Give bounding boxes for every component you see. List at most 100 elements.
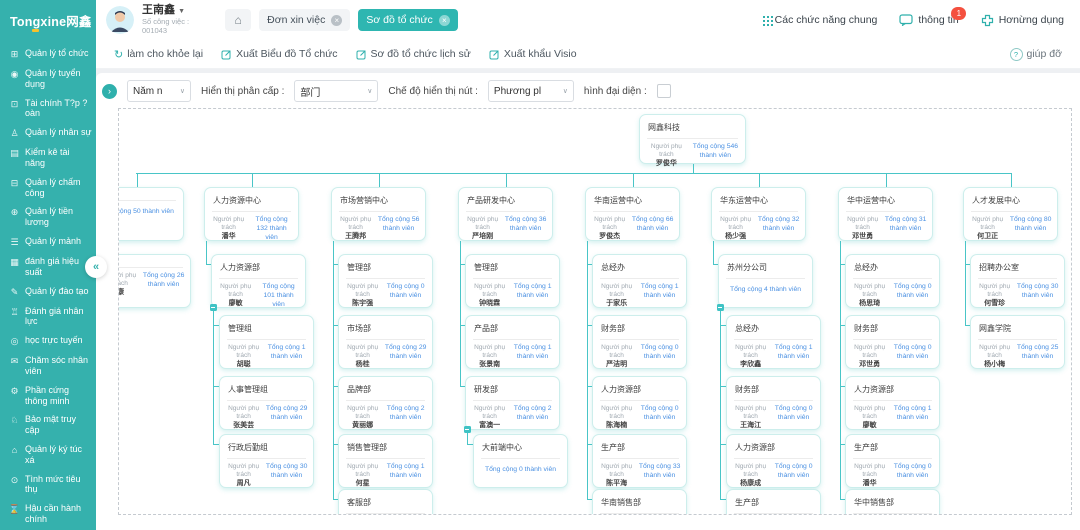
close-icon[interactable]: × xyxy=(439,15,450,26)
org-node-华中销售部[interactable]: 华中销售部 xyxy=(845,489,940,515)
org-node-生产部[interactable]: 生产部 xyxy=(726,489,821,515)
node-member-count[interactable]: Tổng cộng 0 thành viên xyxy=(638,344,681,362)
org-node-华东运营中心[interactable]: 华东运营中心Người phụ trách杨少强Tổng cộng 32 thà… xyxy=(711,187,806,241)
node-member-count[interactable]: Tổng cộng 1 thành viên xyxy=(511,344,554,362)
node-member-count[interactable]: Tổng cộng 1 thành viên xyxy=(772,344,815,362)
org-node-市场营销中心[interactable]: 市场营销中心Người phụ trách王腾邦Tổng cộng 56 thà… xyxy=(331,187,426,241)
org-node-行政后勤组[interactable]: 行政后勤组Người phụ trách周凡Tổng cộng 30 thành… xyxy=(219,434,314,488)
tab-2[interactable]: Sơ đồ tổ chức× xyxy=(358,9,457,31)
sidebar-item-10[interactable]: ✎Quản lý đào tạo xyxy=(0,282,96,302)
node-member-count[interactable]: Tổng cộng 101 thành viên xyxy=(257,283,300,309)
sidebar-item-14[interactable]: ⚙Phần cứng thông minh xyxy=(0,381,96,411)
org-node-苏州分公司[interactable]: 苏州分公司Tổng cộng 4 thành viên xyxy=(718,254,813,308)
org-node-客服部[interactable]: 客服部 xyxy=(338,489,433,515)
org-chart-canvas[interactable]: 网鑫科技Người phụ trách罗俊华Tổng cộng 546 thàn… xyxy=(118,108,1072,515)
org-node-人力资源部[interactable]: 人力资源部Người phụ trách廖敏Tổng cộng 101 thàn… xyxy=(211,254,306,308)
org-node-品牌部[interactable]: 品牌部Người phụ trách黄丽娜Tổng cộng 2 thành v… xyxy=(338,376,433,430)
sidebar-item-4[interactable]: ♙Quản lý nhân sự xyxy=(0,123,96,143)
tab-home[interactable]: ⌂ xyxy=(225,9,251,31)
year-select[interactable]: Năm n ∨ xyxy=(127,80,191,102)
org-node-人力资源部[interactable]: 人力资源部Người phụ trách陈海楠Tổng cộng 0 thành… xyxy=(592,376,687,430)
node-member-count[interactable]: Tổng cộng 0 thành viên xyxy=(772,463,815,481)
node-member-count[interactable]: Tổng cộng 33 thành viên xyxy=(638,463,681,481)
node-member-count[interactable]: Tổng cộng 0 thành viên xyxy=(891,344,934,362)
node-member-count[interactable]: Tổng cộng 0 thành viên xyxy=(891,283,934,301)
org-node-产品部[interactable]: 产品部Người phụ trách张景南Tổng cộng 1 thành v… xyxy=(465,315,560,369)
node-member-count[interactable]: Tổng cộng 0 thành viên xyxy=(772,405,815,423)
collapse-node-button[interactable] xyxy=(717,304,724,311)
org-node-招聘办公室[interactable]: 招聘办公室Người phụ trách何雪珍Tổng cộng 30 thàn… xyxy=(970,254,1065,308)
org-node-销售管理部[interactable]: 销售管理部Người phụ trách何星Tổng cộng 1 thành … xyxy=(338,434,433,488)
sidebar-item-12[interactable]: ◎học trực tuyến xyxy=(0,331,96,351)
org-node-网鑫科技[interactable]: 网鑫科技Người phụ trách罗俊华Tổng cộng 546 thàn… xyxy=(639,114,746,164)
org-node-总经办[interactable]: 总经办Người phụ trách李欣鑫Tổng cộng 1 thành v… xyxy=(726,315,821,369)
user-block[interactable]: 王南鑫 ▼ Số công việc : 001043 xyxy=(142,5,189,34)
org-node[interactable]: Người phụ trách康Tổng cộng 26 thành viên xyxy=(118,254,191,308)
org-node-财务部[interactable]: 财务部Người phụ trách严洁明Tổng cộng 0 thành v… xyxy=(592,315,687,369)
node-member-count[interactable]: Tổng cộng 0 thành viên xyxy=(638,405,681,423)
sidebar-item-11[interactable]: ♖Đánh giá nhân lực xyxy=(0,302,96,332)
org-node-华南运营中心[interactable]: 华南运营中心Người phụ trách罗俊杰Tổng cộng 66 thà… xyxy=(585,187,680,241)
org-node-财务部[interactable]: 财务部Người phụ trách邓世勇Tổng cộng 0 thành v… xyxy=(845,315,940,369)
help-button[interactable]: ? giúp đỡ xyxy=(1010,48,1063,61)
node-member-count[interactable]: Tổng cộng 2 thành viên xyxy=(384,405,427,423)
node-member-count[interactable]: Tổng cộng 50 thành viên xyxy=(118,205,178,217)
sidebar-item-8[interactable]: ☰Quản lý mảnh xyxy=(0,232,96,252)
header-action-2[interactable]: thông tin1 xyxy=(899,14,958,26)
org-node-大前端中心[interactable]: 大前端中心Tổng cộng 0 thành viên xyxy=(473,434,568,488)
expand-panel-button[interactable]: › xyxy=(102,84,117,99)
node-member-count[interactable]: Tổng cộng 1 thành viên xyxy=(891,405,934,423)
org-node-总经办[interactable]: 总经办Người phụ trách杨思琦Tổng cộng 0 thành v… xyxy=(845,254,940,308)
sidebar-item-6[interactable]: ⊟Quản lý chấm công xyxy=(0,173,96,203)
sidebar-collapse-button[interactable]: « xyxy=(85,256,107,278)
header-action-1[interactable]: Các chức năng chung xyxy=(763,14,878,26)
node-member-count[interactable]: Tổng cộng 30 thành viên xyxy=(265,463,308,481)
toolbar-link-2[interactable]: Xuất Biểu đồ Tổ chức xyxy=(221,48,337,60)
org-node-人力资源部[interactable]: 人力资源部Người phụ trách杨康成Tổng cộng 0 thành… xyxy=(726,434,821,488)
collapse-node-button[interactable] xyxy=(210,304,217,311)
org-node-网鑫学院[interactable]: 网鑫学院Người phụ trách杨小梅Tổng cộng 25 thành… xyxy=(970,315,1065,369)
node-member-count[interactable]: Tổng cộng 0 thành viên xyxy=(891,463,934,481)
node-member-count[interactable]: Tổng cộng 31 thành viên xyxy=(884,216,927,234)
node-member-count[interactable]: Tổng cộng 26 thành viên xyxy=(142,272,185,290)
org-node[interactable]: Tổng cộng 50 thành viên xyxy=(118,187,184,241)
org-node-财务部[interactable]: 财务部Người phụ trách王海江Tổng cộng 0 thành v… xyxy=(726,376,821,430)
node-member-count[interactable]: Tổng cộng 4 thành viên xyxy=(724,283,807,295)
org-node-华中运营中心[interactable]: 华中运营中心Người phụ trách邓世勇Tổng cộng 31 thà… xyxy=(838,187,933,241)
sidebar-item-18[interactable]: ⌛Hậu cần hành chính xyxy=(0,499,96,529)
sidebar-item-13[interactable]: ✉Chăm sóc nhân viên xyxy=(0,351,96,381)
node-member-count[interactable]: Tổng cộng 2 thành viên xyxy=(511,405,554,423)
org-node-管理部[interactable]: 管理部Người phụ trách陈宇强Tổng cộng 0 thành v… xyxy=(338,254,433,308)
collapse-node-button[interactable] xyxy=(464,426,471,433)
avatar-checkbox[interactable] xyxy=(657,84,671,98)
sidebar-item-2[interactable]: ◉Quản lý tuyển dụng xyxy=(0,64,96,94)
node-member-count[interactable]: Tổng cộng 66 thành viên xyxy=(631,216,674,234)
org-node-研发部[interactable]: 研发部Người phụ trách富澳一Tổng cộng 2 thành v… xyxy=(465,376,560,430)
org-node-产品研发中心[interactable]: 产品研发中心Người phụ trách严培刚Tổng cộng 36 thà… xyxy=(458,187,553,241)
org-node-生产部[interactable]: 生产部Người phụ trách陈平海Tổng cộng 33 thành … xyxy=(592,434,687,488)
avatar[interactable] xyxy=(106,6,134,34)
org-node-管理组[interactable]: 管理组Người phụ trách胡聪Tổng cộng 1 thành vi… xyxy=(219,315,314,369)
node-member-count[interactable]: Tổng cộng 30 thành viên xyxy=(1016,283,1059,301)
org-node-人才发展中心[interactable]: 人才发展中心Người phụ trách何卫正Tổng cộng 80 thà… xyxy=(963,187,1058,241)
sidebar-item-16[interactable]: ⌂Quản lý ký túc xá xyxy=(0,440,96,470)
org-node-华南销售部[interactable]: 华南销售部 xyxy=(592,489,687,515)
node-member-count[interactable]: Tổng cộng 56 thành viên xyxy=(377,216,420,234)
node-member-count[interactable]: Tổng cộng 132 thành viên xyxy=(250,216,293,242)
tab-1[interactable]: Đơn xin việc× xyxy=(259,9,350,31)
node-member-count[interactable]: Tổng cộng 25 thành viên xyxy=(1016,344,1059,362)
node-member-count[interactable]: Tổng cộng 0 thành viên xyxy=(479,463,562,475)
node-member-count[interactable]: Tổng cộng 1 thành viên xyxy=(638,283,681,301)
sidebar-item-5[interactable]: ▤Kiểm kê tài năng xyxy=(0,143,96,173)
sidebar-item-17[interactable]: ⊙Tình mức tiêu thụ xyxy=(0,470,96,500)
node-member-count[interactable]: Tổng cộng 36 thành viên xyxy=(504,216,547,234)
node-mode-select[interactable]: Phương pl ∨ xyxy=(488,80,574,102)
org-node-管理部[interactable]: 管理部Người phụ trách钟晓霖Tổng cộng 1 thành v… xyxy=(465,254,560,308)
node-member-count[interactable]: Tổng cộng 32 thành viên xyxy=(757,216,800,234)
level-select[interactable]: 部门 ∨ xyxy=(294,80,378,102)
sidebar-item-7[interactable]: ⊕Quản lý tiền lương xyxy=(0,202,96,232)
org-node-总经办[interactable]: 总经办Người phụ trách于家乐Tổng cộng 1 thành v… xyxy=(592,254,687,308)
node-member-count[interactable]: Tổng cộng 80 thành viên xyxy=(1009,216,1052,234)
org-node-生产部[interactable]: 生产部Người phụ trách潘华Tổng cộng 0 thành vi… xyxy=(845,434,940,488)
node-member-count[interactable]: Tổng cộng 29 thành viên xyxy=(265,405,308,423)
